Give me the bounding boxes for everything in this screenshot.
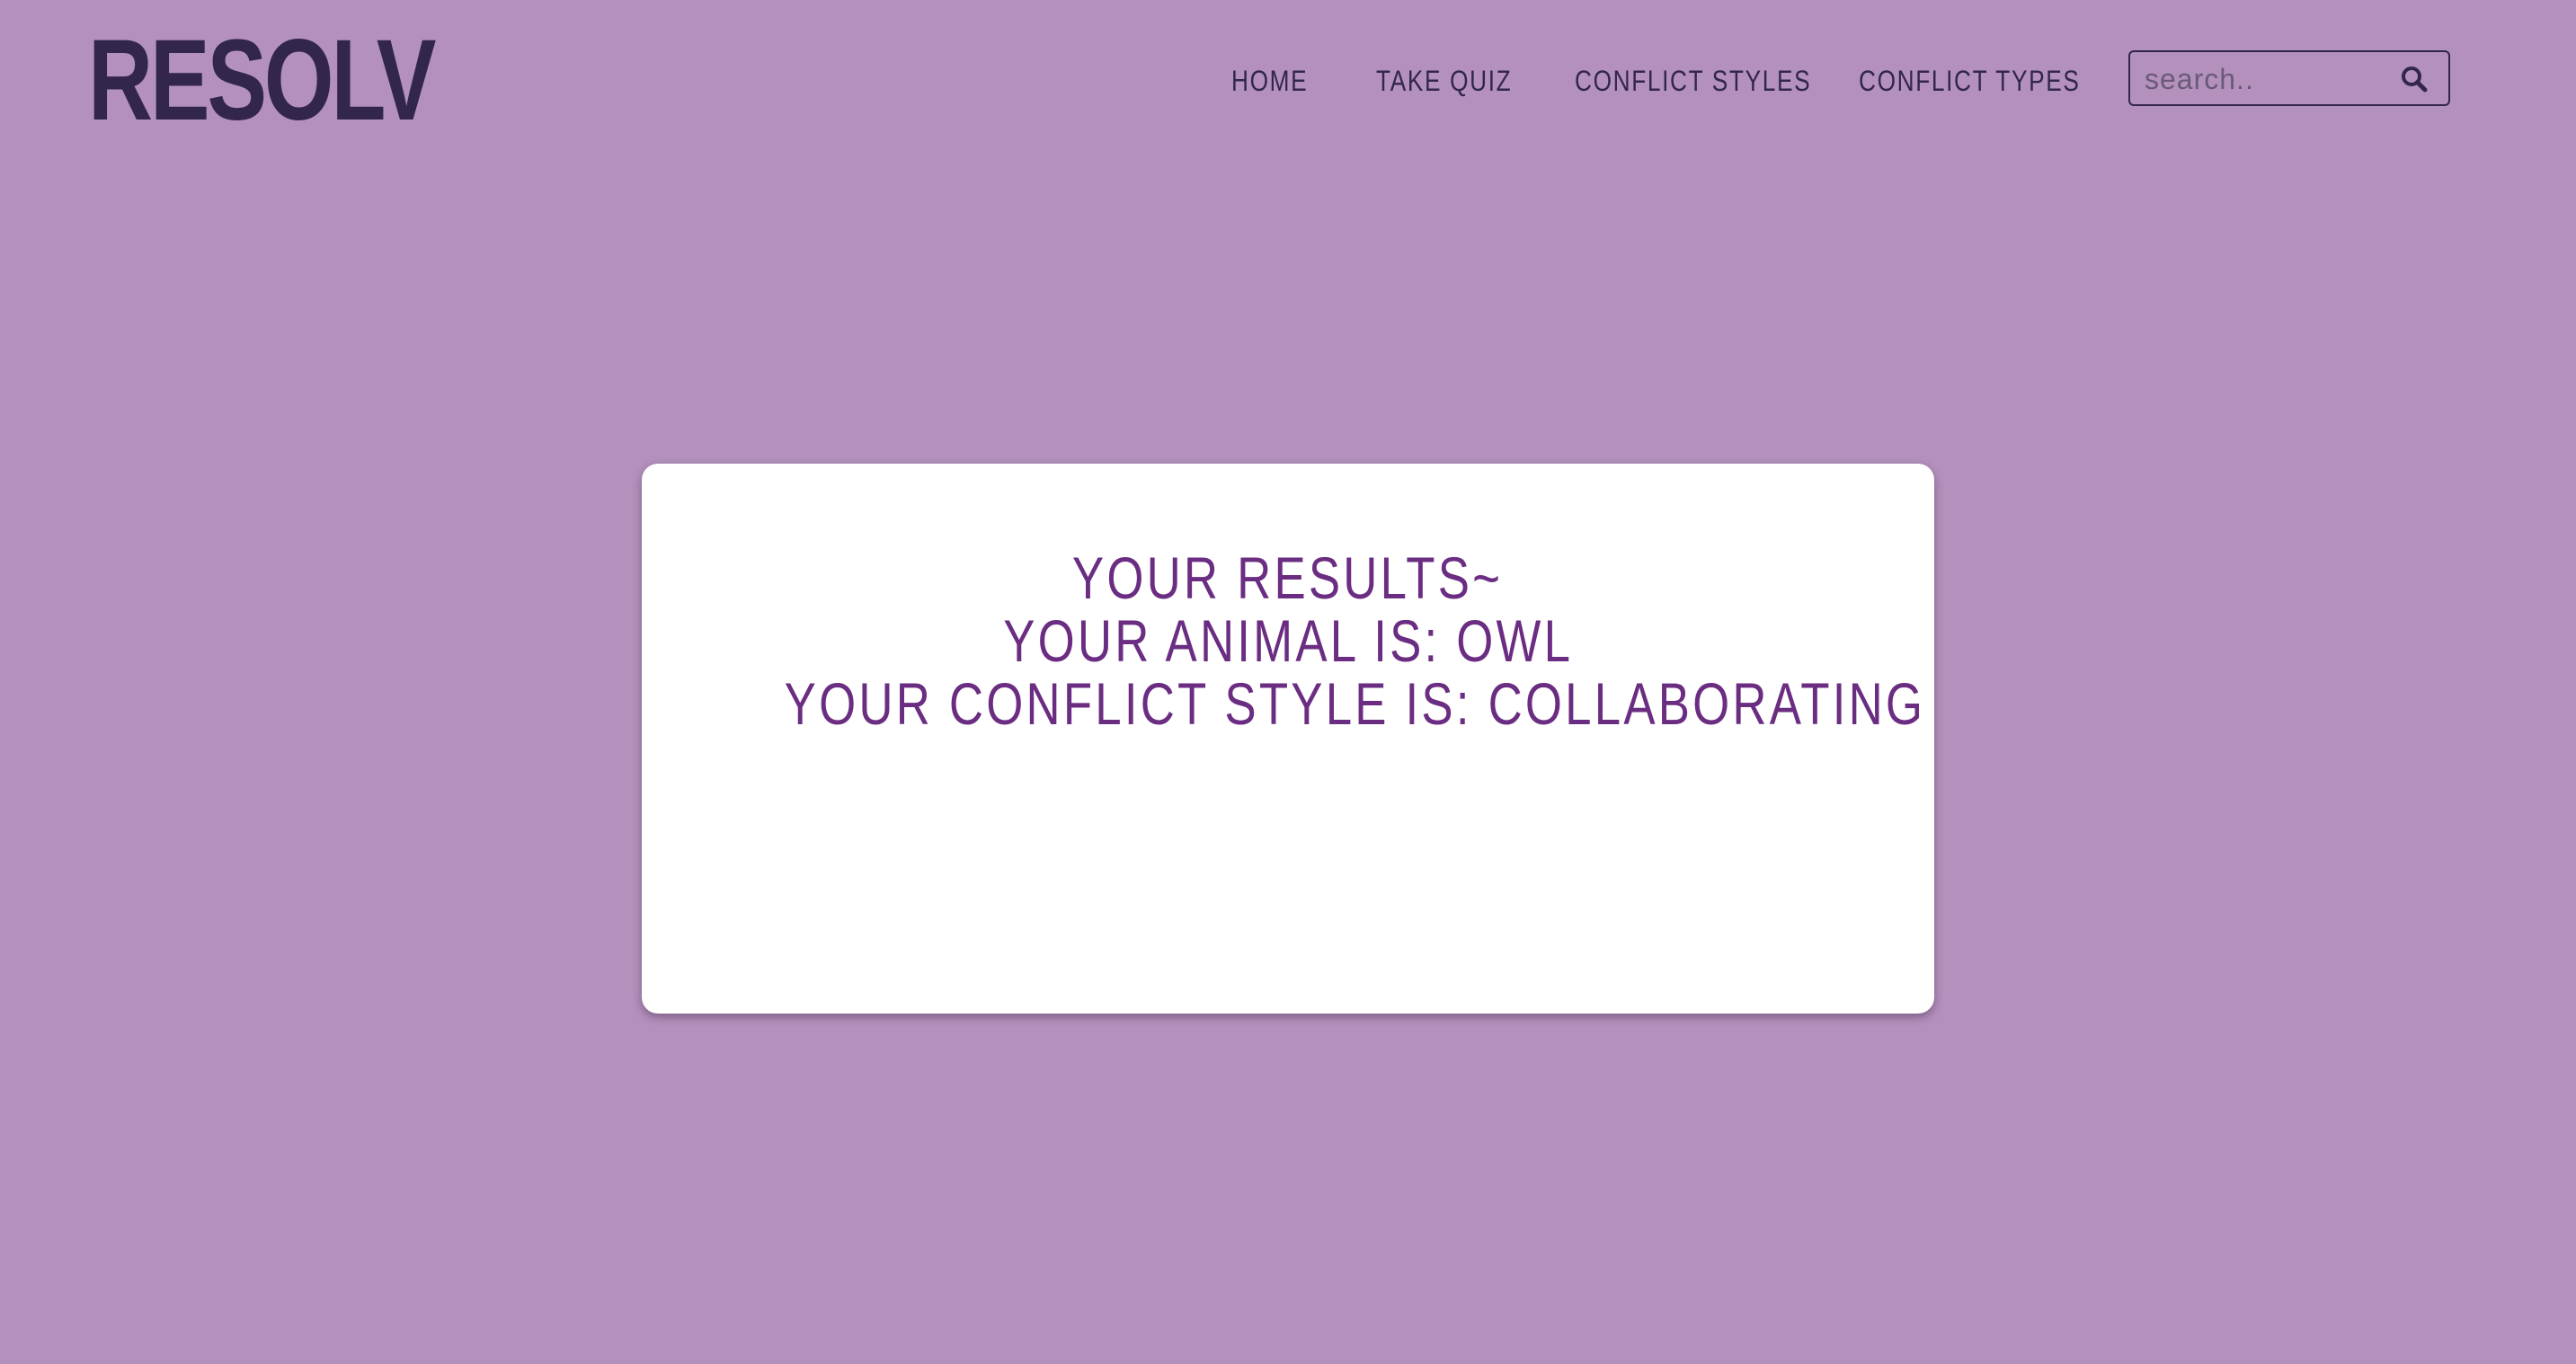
nav-home[interactable]: HOME — [1231, 61, 1308, 101]
search-box — [2128, 50, 2450, 106]
animal-result: YOUR ANIMAL IS: OWL — [642, 609, 1934, 672]
search-input[interactable] — [2145, 59, 2387, 99]
animal-result-text: YOUR ANIMAL IS: OWL — [1003, 607, 1573, 674]
results-card: YOUR RESULTS~ YOUR ANIMAL IS: OWL YOUR C… — [642, 464, 1934, 1014]
nav-conflict-types[interactable]: CONFLICT TYPES — [1859, 61, 2081, 101]
conflict-style-result: YOUR CONFLICT STYLE IS: COLLABORATING — [642, 672, 1934, 735]
results-heading-text: YOUR RESULTS~ — [1072, 545, 1504, 611]
results-heading: YOUR RESULTS~ — [642, 546, 1934, 609]
nav-take-quiz[interactable]: TAKE QUIZ — [1376, 61, 1512, 101]
site-header: RESOLV HOME TAKE QUIZ CONFLICT STYLES CO… — [0, 0, 2576, 162]
conflict-style-result-text: YOUR CONFLICT STYLE IS: COLLABORATING — [784, 670, 1926, 737]
site-logo[interactable]: RESOLV — [88, 18, 437, 144]
search-icon[interactable] — [2400, 65, 2429, 93]
nav-conflict-styles[interactable]: CONFLICT STYLES — [1575, 61, 1811, 101]
